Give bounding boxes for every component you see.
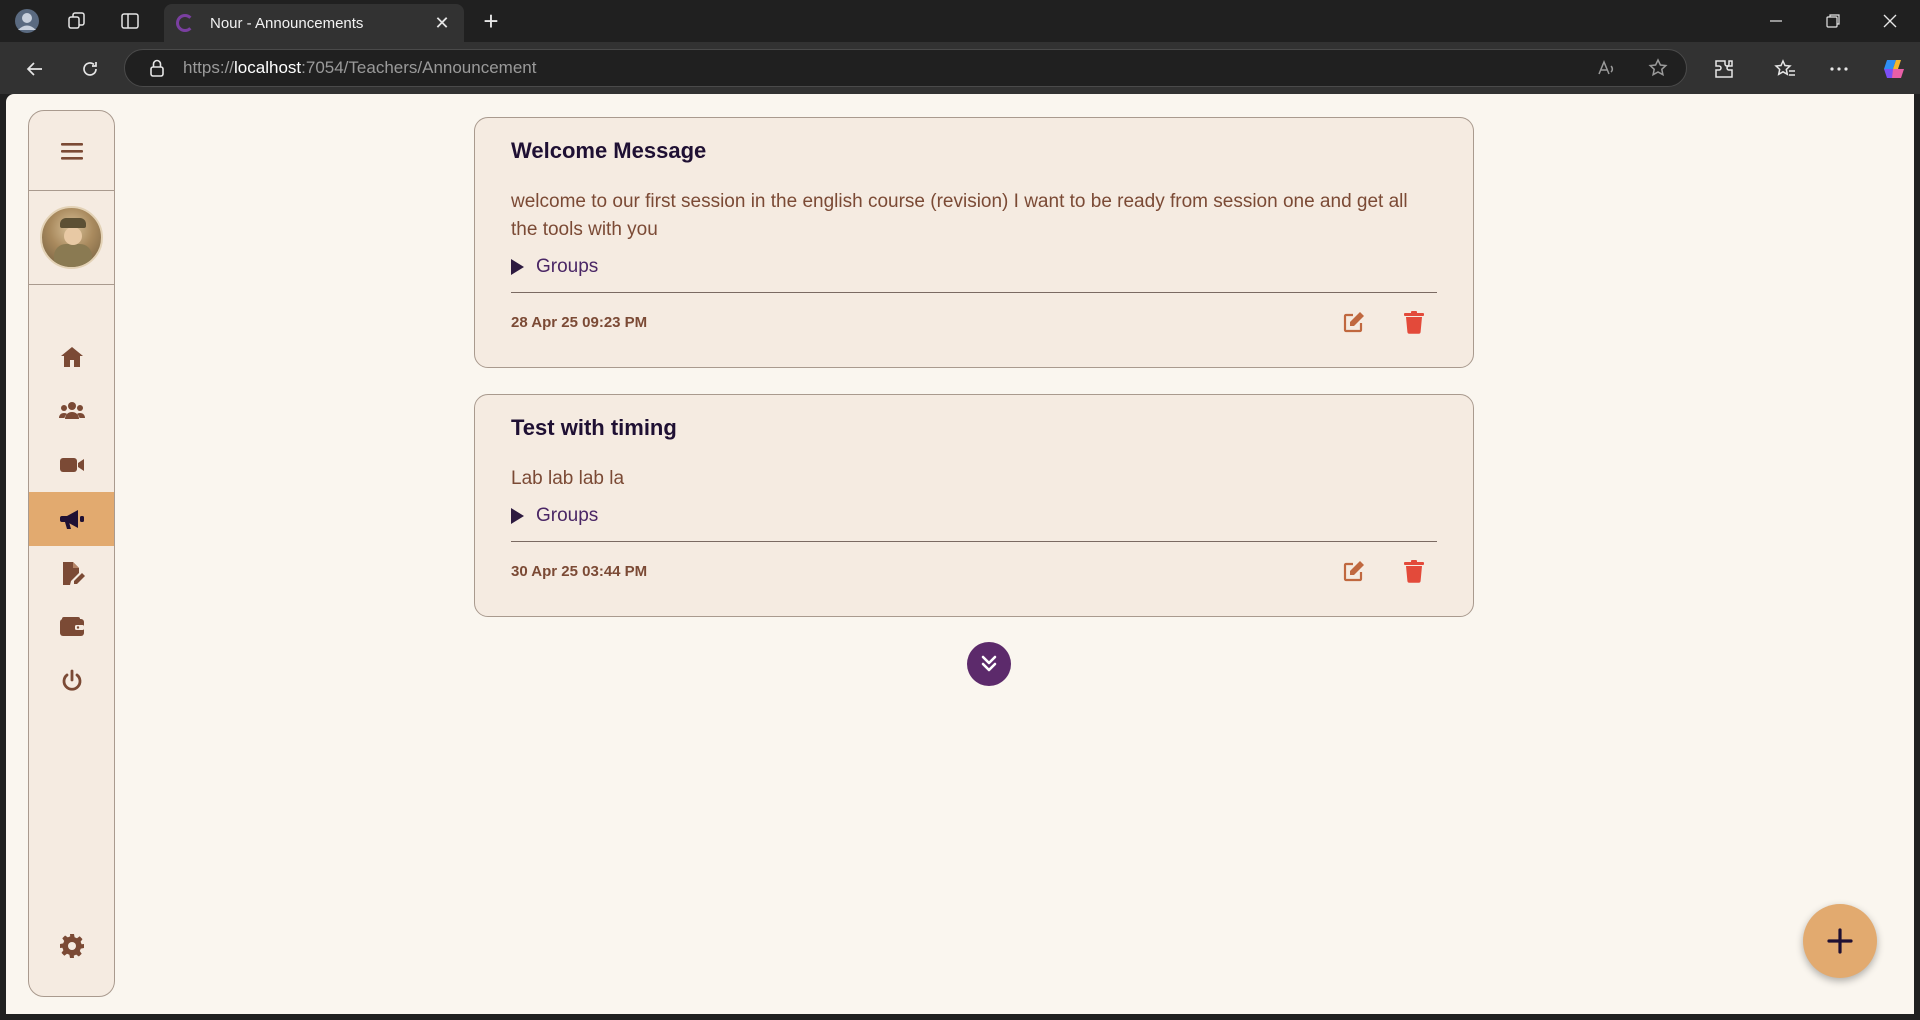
restore-button[interactable] bbox=[1813, 8, 1853, 34]
new-tab-button[interactable]: + bbox=[478, 6, 504, 36]
megaphone-icon bbox=[59, 510, 84, 529]
power-icon bbox=[62, 669, 81, 691]
delete-button[interactable] bbox=[1401, 309, 1427, 335]
sidebar-item-assignments[interactable] bbox=[29, 546, 114, 600]
caret-right-icon bbox=[511, 508, 524, 524]
sidebar-item-wallet[interactable] bbox=[29, 600, 114, 654]
lock-icon[interactable] bbox=[147, 58, 167, 78]
video-camera-icon bbox=[59, 458, 84, 472]
announcement-title: Welcome Message bbox=[511, 138, 707, 163]
add-announcement-button[interactable] bbox=[1803, 904, 1877, 978]
announcement-title: Test with timing bbox=[511, 415, 677, 440]
trash-icon bbox=[1404, 311, 1424, 334]
close-window-button[interactable] bbox=[1870, 8, 1910, 34]
extensions-icon[interactable] bbox=[1710, 55, 1738, 83]
sidebar-item-groups[interactable] bbox=[29, 384, 114, 438]
caret-right-icon bbox=[511, 259, 524, 275]
edit-button[interactable] bbox=[1341, 309, 1367, 335]
hamburger-icon bbox=[60, 142, 83, 160]
trash-icon bbox=[1404, 560, 1424, 583]
groups-toggle[interactable]: Groups bbox=[511, 256, 1437, 278]
url-text: https://localhost:7054/Teachers/Announce… bbox=[183, 58, 537, 77]
browser-toolbar: https://localhost:7054/Teachers/Announce… bbox=[0, 42, 1920, 94]
favorite-star-icon[interactable] bbox=[1648, 58, 1668, 83]
announcement-card: Test with timing Lab lab lab la Groups 3… bbox=[474, 394, 1474, 617]
tab-favicon-icon bbox=[176, 14, 194, 32]
copilot-icon[interactable] bbox=[1880, 55, 1908, 83]
read-aloud-icon[interactable] bbox=[1596, 58, 1616, 83]
groups-label: Groups bbox=[536, 505, 599, 526]
announcement-body: welcome to our first session in the engl… bbox=[511, 191, 1408, 240]
hamburger-menu-button[interactable] bbox=[29, 111, 114, 191]
card-footer: 30 Apr 25 03:44 PM bbox=[511, 542, 1437, 600]
edit-icon bbox=[1343, 312, 1364, 333]
tab-close-button[interactable]: ✕ bbox=[432, 13, 452, 34]
sidebar-item-sessions[interactable] bbox=[29, 438, 114, 492]
announcement-body: Lab lab lab la bbox=[511, 468, 625, 489]
favorites-icon[interactable] bbox=[1771, 55, 1799, 83]
browser-titlebar: Nour - Announcements ✕ + bbox=[0, 0, 1920, 42]
sidebar-item-settings[interactable] bbox=[29, 919, 114, 973]
refresh-button[interactable] bbox=[76, 55, 104, 83]
load-more-button[interactable] bbox=[967, 642, 1011, 686]
gear-icon bbox=[59, 934, 84, 958]
minimize-button[interactable] bbox=[1756, 8, 1796, 34]
back-button[interactable] bbox=[21, 55, 49, 83]
address-bar[interactable]: https://localhost:7054/Teachers/Announce… bbox=[124, 49, 1687, 87]
edit-icon bbox=[1343, 561, 1364, 582]
groups-label: Groups bbox=[536, 256, 599, 277]
announcement-date: 30 Apr 25 03:44 PM bbox=[511, 562, 648, 580]
sidebar bbox=[28, 110, 115, 997]
double-chevron-down-icon bbox=[981, 655, 997, 672]
sidebar-item-announcements[interactable] bbox=[29, 492, 114, 546]
delete-button[interactable] bbox=[1401, 558, 1427, 584]
profile-section bbox=[29, 191, 114, 285]
profile-avatar-icon[interactable] bbox=[14, 8, 40, 34]
home-icon bbox=[60, 347, 83, 367]
announcement-card: Welcome Message welcome to our first ses… bbox=[474, 117, 1474, 368]
sidebar-item-home[interactable] bbox=[29, 330, 114, 384]
file-edit-icon bbox=[62, 562, 85, 585]
groups-toggle[interactable]: Groups bbox=[511, 505, 1437, 527]
workspaces-icon[interactable] bbox=[64, 8, 90, 34]
sidebar-item-logout[interactable] bbox=[29, 654, 114, 708]
plus-icon bbox=[1827, 928, 1853, 954]
active-tab[interactable]: Nour - Announcements ✕ bbox=[164, 4, 464, 42]
edit-button[interactable] bbox=[1341, 558, 1367, 584]
users-icon bbox=[58, 402, 85, 419]
wallet-icon bbox=[59, 617, 84, 636]
more-options-icon[interactable] bbox=[1825, 55, 1853, 83]
tab-title: Nour - Announcements bbox=[210, 14, 364, 32]
card-footer: 28 Apr 25 09:23 PM bbox=[511, 293, 1437, 351]
page-viewport: Welcome Message welcome to our first ses… bbox=[6, 94, 1914, 1014]
announcement-date: 28 Apr 25 09:23 PM bbox=[511, 313, 648, 331]
avatar[interactable] bbox=[40, 206, 103, 269]
vertical-tabs-icon[interactable] bbox=[117, 8, 143, 34]
